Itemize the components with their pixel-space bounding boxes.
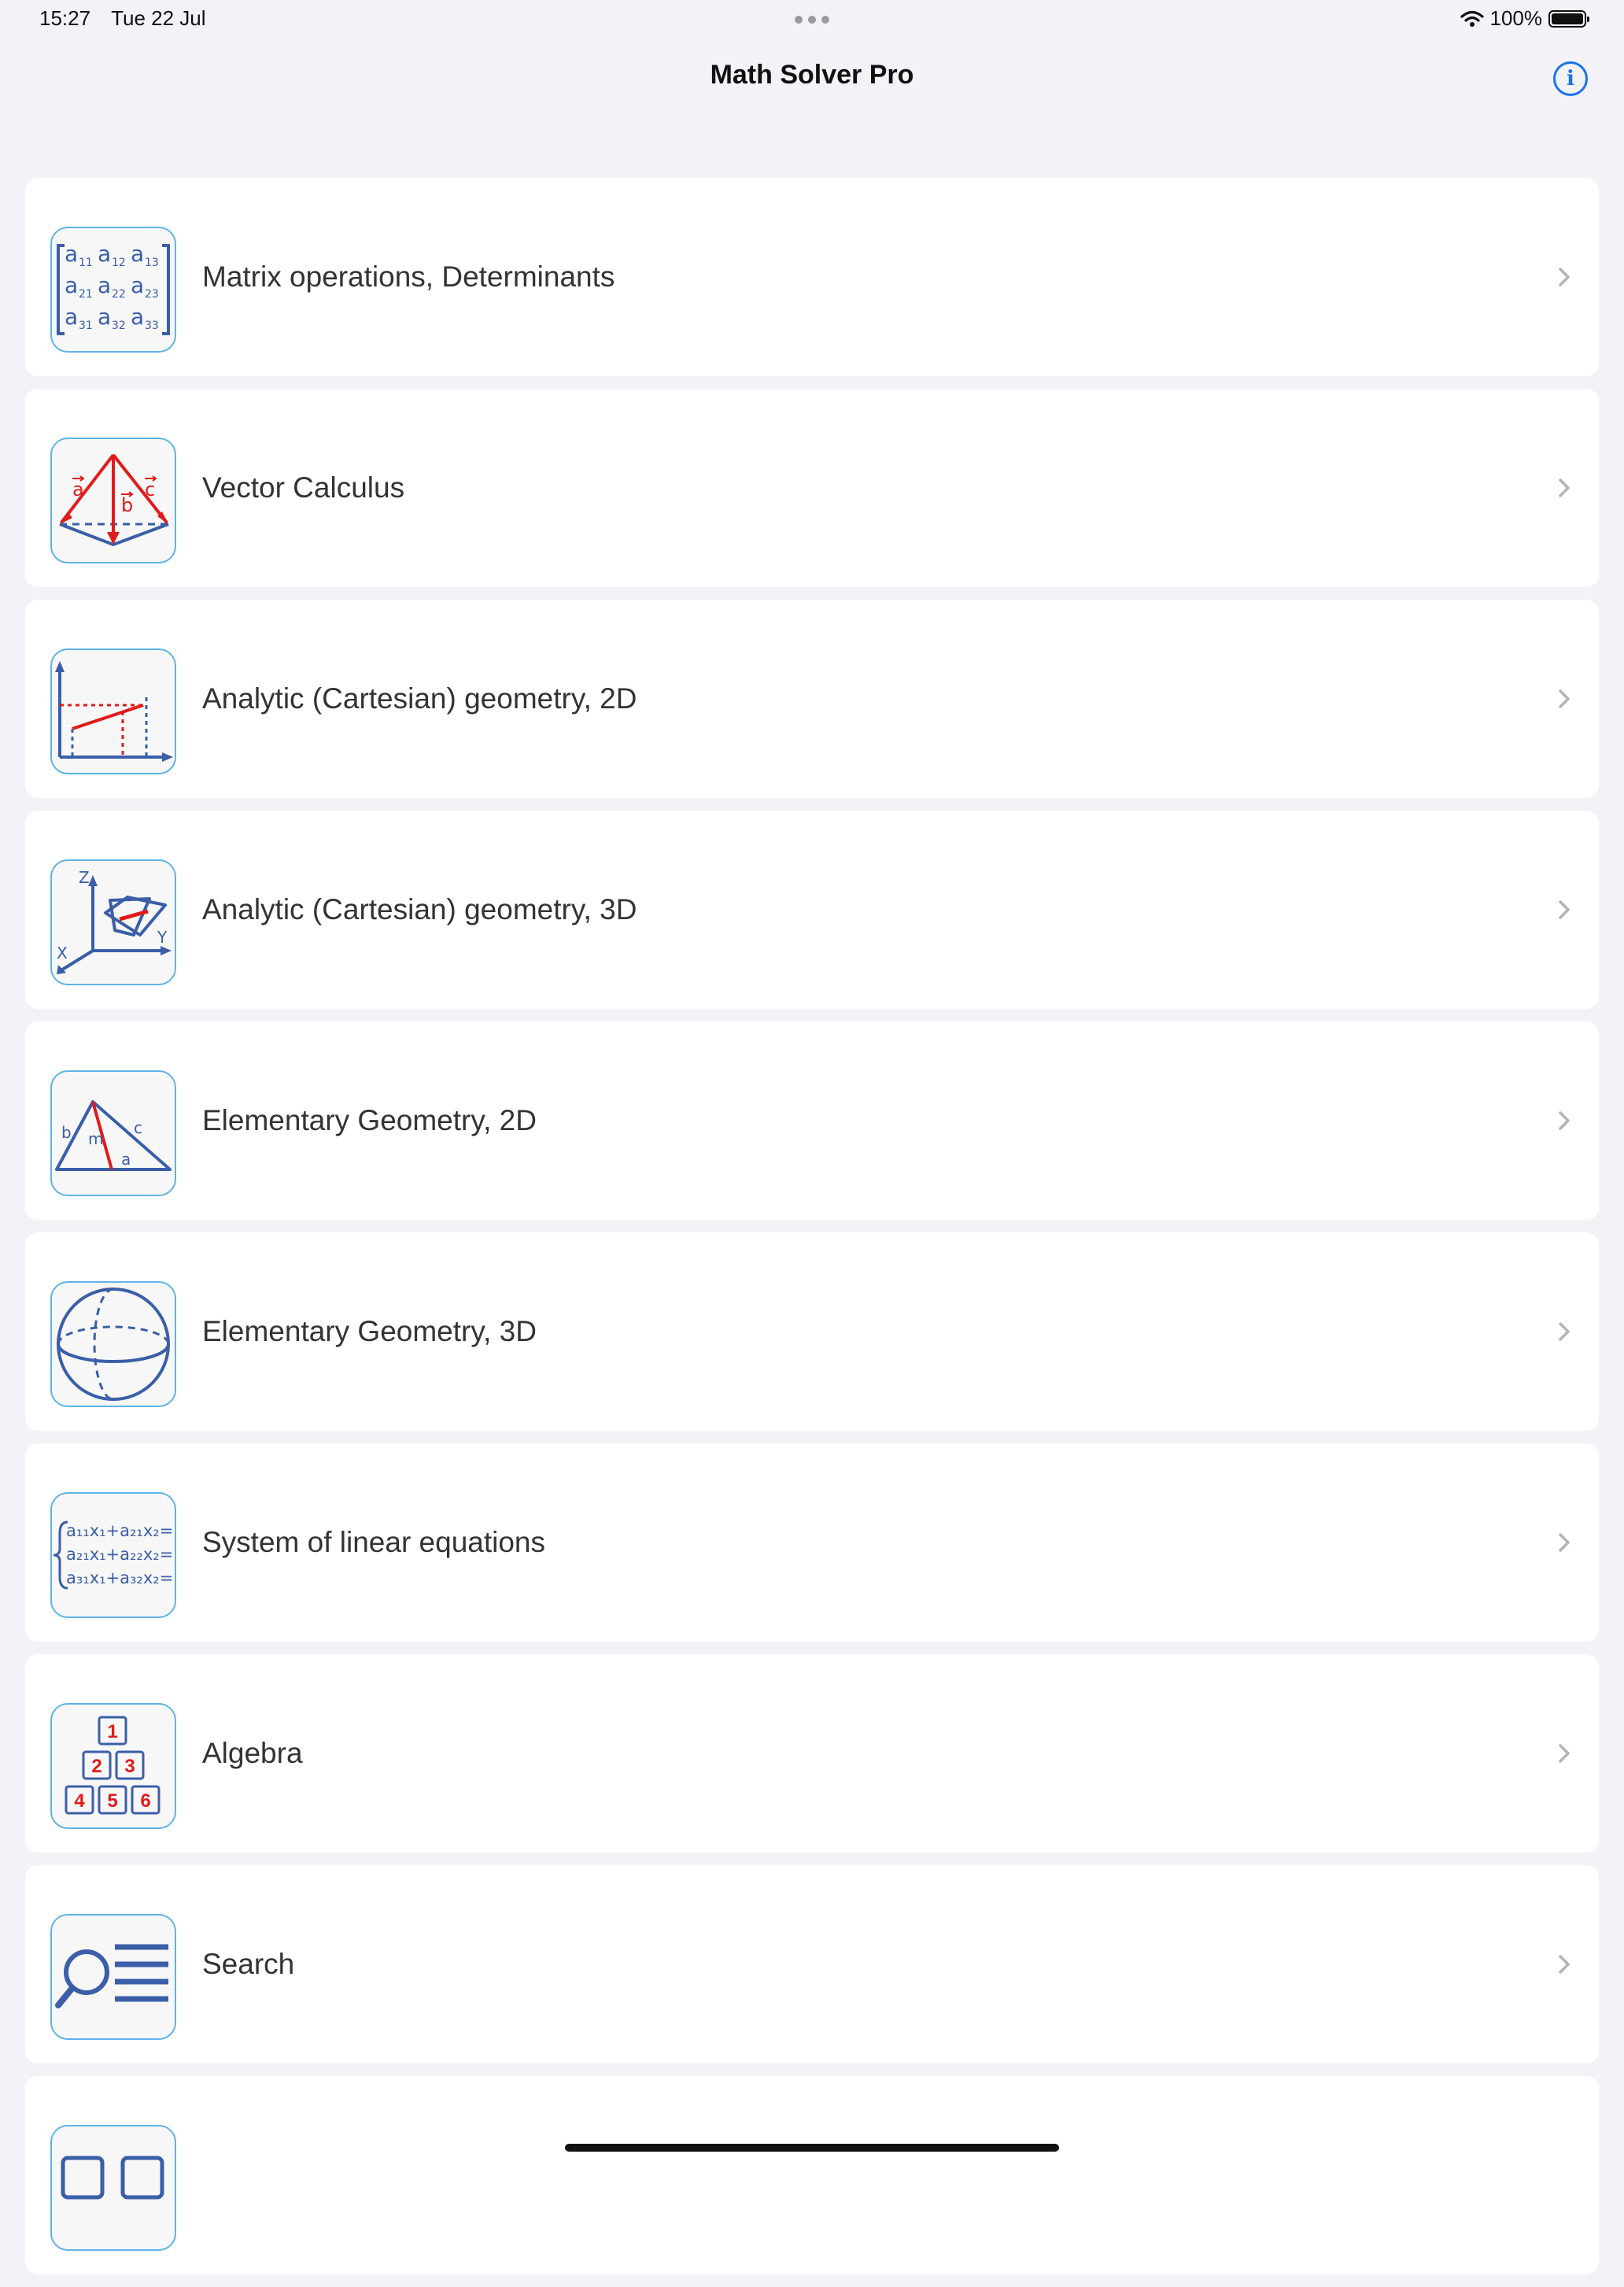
chevron-right-icon [1553,688,1575,710]
svg-text:23: 23 [145,288,159,301]
svg-text:33: 33 [145,320,159,332]
svg-text:a: a [65,241,78,267]
svg-text:X: X [57,944,68,962]
menu-list: a 11 a 12 a 13 a 21 a 22 a 23 a 31 a 32 … [25,178,1599,2287]
menu-item-linear-equations[interactable]: a₁₁x₁+a₂₁x₂=b₁ a₂₁x₁+a₂₂x₂=b₂ a₃₁x₁+a₃₂x… [25,1443,1599,1642]
svg-text:a: a [131,272,144,298]
page-title: Math Solver Pro [710,60,914,90]
svg-text:13: 13 [145,257,159,269]
grid-icon [50,2125,176,2251]
cartesian-3d-icon: Z X Y [50,859,176,985]
number-blocks-icon: 1 2 3 4 5 6 [50,1703,176,1829]
chevron-right-icon [1553,266,1575,288]
svg-text:a: a [98,241,111,267]
svg-text:a: a [131,304,144,330]
svg-text:31: 31 [79,320,93,332]
svg-text:c: c [134,1118,142,1137]
menu-item-label: Elementary Geometry, 2D [202,1104,537,1136]
svg-text:Z: Z [79,868,90,887]
menu-item-label: Search [202,1948,295,1980]
menu-item-label: Analytic (Cartesian) geometry, 3D [202,893,637,926]
status-bar: 15:27 Tue 22 Jul 100% [0,0,1624,38]
svg-text:22: 22 [112,288,126,301]
chevron-right-icon [1553,1531,1575,1554]
svg-text:5: 5 [107,1790,117,1812]
svg-text:1: 1 [107,1721,117,1742]
menu-item-search[interactable]: Search [25,1865,1599,2063]
home-indicator[interactable] [565,2144,1059,2152]
svg-text:12: 12 [112,257,126,269]
status-clock: 15:27 [39,6,91,30]
menu-item-matrix[interactable]: a 11 a 12 a 13 a 21 a 22 a 23 a 31 a 32 … [25,178,1599,376]
svg-text:m: m [88,1129,103,1148]
svg-text:3: 3 [124,1756,135,1777]
menu-item-elementary-3d[interactable]: Elementary Geometry, 3D [25,1232,1599,1431]
svg-text:4: 4 [74,1790,85,1812]
menu-item-analytic-3d[interactable]: Z X Y Analytic (Cartesian) geometry, 3D [25,811,1599,1009]
chevron-right-icon [1553,477,1575,499]
multitasking-dots-icon[interactable] [795,16,829,24]
sphere-icon [50,1281,176,1407]
menu-item-partial[interactable] [25,2076,1599,2274]
svg-text:Y: Y [157,928,168,947]
status-date: Tue 22 Jul [111,6,206,30]
svg-text:32: 32 [112,320,126,332]
menu-item-label: System of linear equations [202,1526,546,1558]
svg-text:a₁₁x₁+a₂₁x₂=b₁: a₁₁x₁+a₂₁x₂=b₁ [66,1521,175,1540]
menu-item-label: Analytic (Cartesian) geometry, 2D [202,682,637,715]
svg-text:11: 11 [79,257,93,269]
menu-item-label: Elementary Geometry, 3D [202,1315,537,1347]
cartesian-2d-icon [50,648,176,774]
svg-text:6: 6 [140,1790,150,1812]
svg-text:a: a [72,478,84,501]
chevron-right-icon [1553,1110,1575,1132]
svg-text:b: b [61,1123,72,1142]
svg-text:a₂₁x₁+a₂₂x₂=b₂: a₂₁x₁+a₂₂x₂=b₂ [66,1545,175,1564]
menu-item-label: Vector Calculus [202,471,405,504]
status-indicators: 100% [1460,6,1589,31]
info-circle-icon: i [1567,67,1574,91]
menu-item-vector-calculus[interactable]: a b c Vector Calculus [25,389,1599,587]
svg-text:a: a [98,304,111,330]
chevron-right-icon [1553,899,1575,921]
battery-icon [1548,9,1589,28]
svg-text:b: b [121,494,133,516]
svg-text:a₃₁x₁+a₃₂x₂=b₃: a₃₁x₁+a₃₂x₂=b₃ [66,1568,175,1587]
status-time: 15:27 Tue 22 Jul [39,6,206,31]
menu-item-analytic-2d[interactable]: Analytic (Cartesian) geometry, 2D [25,600,1599,798]
svg-text:a: a [65,304,78,330]
menu-item-label: Algebra [202,1737,303,1769]
battery-percent: 100% [1489,6,1543,30]
search-list-icon [50,1914,176,2040]
svg-text:a: a [131,241,144,267]
wifi-icon [1460,10,1484,27]
svg-text:21: 21 [79,288,93,301]
info-button[interactable]: i [1553,61,1588,96]
menu-item-algebra[interactable]: 1 2 3 4 5 6 Algebra [25,1654,1599,1853]
menu-item-label: Matrix operations, Determinants [202,260,615,293]
svg-text:a: a [65,272,78,298]
triangle-icon: b m c a [50,1070,176,1196]
chevron-right-icon [1553,1953,1575,1975]
svg-text:a: a [121,1150,131,1169]
menu-item-elementary-2d[interactable]: b m c a Elementary Geometry, 2D [25,1022,1599,1220]
navigation-bar: Math Solver Pro i [0,38,1624,116]
svg-text:2: 2 [91,1756,102,1777]
chevron-right-icon [1553,1742,1575,1764]
svg-text:a: a [98,272,111,298]
matrix-icon: a 11 a 12 a 13 a 21 a 22 a 23 a 31 a 32 … [50,227,176,353]
vector-pyramid-icon: a b c [50,438,176,563]
svg-text:c: c [145,478,155,501]
linear-system-icon: a₁₁x₁+a₂₁x₂=b₁ a₂₁x₁+a₂₂x₂=b₂ a₃₁x₁+a₃₂x… [50,1492,176,1618]
chevron-right-icon [1553,1321,1575,1343]
